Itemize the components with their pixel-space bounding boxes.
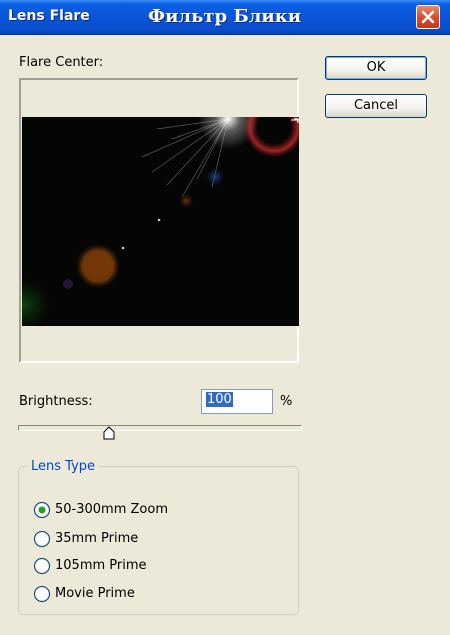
brightness-input[interactable]: 100 xyxy=(201,389,273,414)
window-title: Lens Flare xyxy=(8,8,90,24)
cancel-button[interactable]: Cancel xyxy=(325,94,427,118)
flare-center-label: Flare Center: xyxy=(19,55,104,70)
flare-preview-image xyxy=(22,117,299,326)
close-button[interactable] xyxy=(416,5,440,29)
slider-thumb-icon[interactable] xyxy=(103,426,115,440)
ok-button[interactable]: OK xyxy=(325,56,427,80)
flare-preview[interactable] xyxy=(22,117,299,326)
radio-icon[interactable] xyxy=(33,585,51,603)
brightness-slider-track[interactable] xyxy=(18,425,302,431)
radio-selected-icon[interactable] xyxy=(33,501,51,519)
lens-type-option[interactable]: 35mm Prime xyxy=(55,531,138,546)
overlay-caption: Фильтр Блики xyxy=(148,6,302,27)
close-x-icon xyxy=(421,10,435,24)
brightness-label: Brightness: xyxy=(19,394,93,409)
radio-icon[interactable] xyxy=(33,557,51,575)
lens-type-option[interactable]: 105mm Prime xyxy=(55,558,147,573)
title-bar[interactable]: Lens Flare Фильтр Блики xyxy=(0,0,450,35)
brightness-unit: % xyxy=(280,394,293,409)
lens-type-title: Lens Type xyxy=(28,459,99,474)
brightness-value: 100 xyxy=(206,392,233,407)
lens-type-option[interactable]: Movie Prime xyxy=(55,586,135,601)
lens-type-option[interactable]: 50-300mm Zoom xyxy=(55,502,168,517)
radio-icon[interactable] xyxy=(33,530,51,548)
